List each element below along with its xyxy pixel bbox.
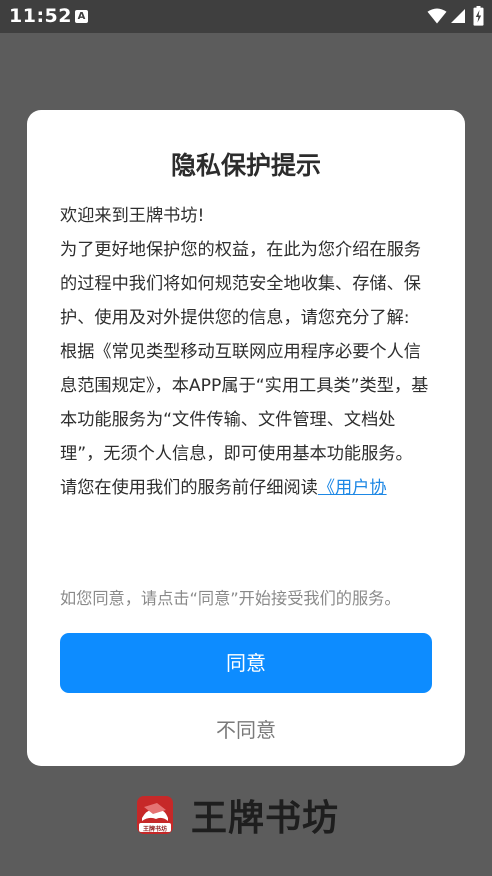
logo-caption: 王牌书坊	[142, 825, 167, 833]
notification-icon: A	[75, 10, 88, 23]
wifi-icon	[427, 8, 447, 24]
dialog-title: 隐私保护提示	[170, 151, 321, 180]
status-bar: 11:52 A	[0, 0, 492, 33]
brand-name: 王牌书坊	[191, 797, 340, 839]
privacy-dialog: 隐私保护提示 欢迎来到王牌书坊! 为了更好地保护您的权益，在此为您介绍在服务的过…	[27, 110, 465, 766]
read-prompt-text: 请您在使用我们的服务前仔细阅读	[60, 478, 318, 498]
app-brand: 王牌书坊 王牌书坊	[135, 792, 339, 839]
book-logo-icon: 王牌书坊	[135, 794, 175, 836]
battery-charging-icon	[473, 6, 484, 26]
status-time: 11:52	[9, 5, 72, 27]
intro-text: 为了更好地保护您的权益，在此为您介绍在服务的过程中我们将如何规范安全地收集、存储…	[60, 240, 421, 328]
dialog-body: 欢迎来到王牌书坊! 为了更好地保护您的权益，在此为您介绍在服务的过程中我们将如何…	[60, 199, 432, 505]
regulation-text: 根据《常见类型移动互联网应用程序必要个人信息范围规定》，本APP属于“实用工具类…	[60, 342, 429, 464]
status-icons	[427, 5, 484, 27]
user-agreement-link[interactable]: 《用户协	[318, 478, 387, 498]
agree-button[interactable]: 同意	[60, 633, 432, 693]
read-prompt: 请您在使用我们的服务前仔细阅读《用户协	[60, 471, 432, 505]
consent-note: 如您同意，请点击“同意”开始接受我们的服务。	[60, 589, 401, 608]
welcome-text: 欢迎来到王牌书坊!	[60, 206, 205, 226]
disagree-button[interactable]: 不同意	[147, 710, 345, 750]
cellular-signal-icon	[451, 9, 465, 23]
